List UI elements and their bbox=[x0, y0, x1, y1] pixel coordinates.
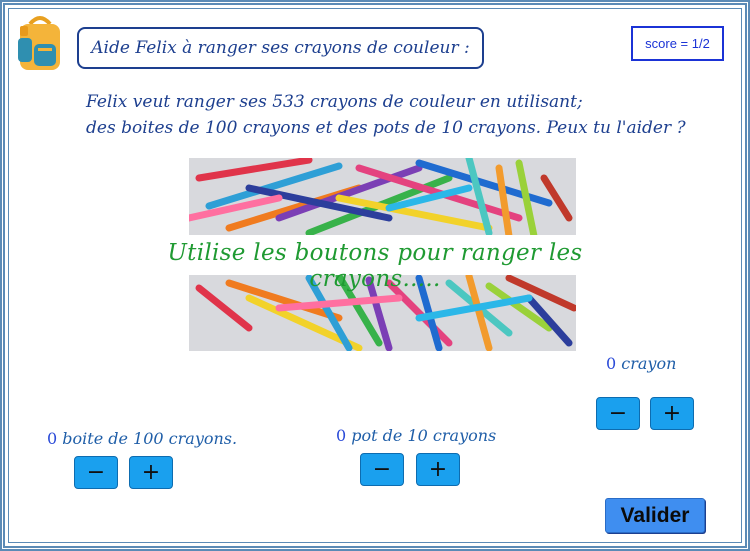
boite-label: boite de 100 crayons. bbox=[62, 429, 238, 448]
boite-counter: 0 boite de 100 crayons. bbox=[47, 429, 237, 448]
boite-plus-button[interactable]: + bbox=[129, 456, 173, 489]
problem-line-2: des boites de 100 crayons et des pots de… bbox=[86, 118, 686, 138]
score-badge: score = 1/2 bbox=[631, 26, 724, 61]
crayon-minus-button[interactable]: − bbox=[596, 397, 640, 430]
pot-minus-button[interactable]: − bbox=[360, 453, 404, 486]
crayon-count: 0 bbox=[606, 354, 617, 373]
instruction-text: Utilise les boutons pour ranger les cray… bbox=[167, 240, 583, 292]
pot-count: 0 bbox=[336, 426, 347, 445]
problem-statement: Felix veut ranger ses 533 crayons de cou… bbox=[86, 89, 706, 141]
pot-plus-button[interactable]: + bbox=[416, 453, 460, 486]
boite-minus-button[interactable]: − bbox=[74, 456, 118, 489]
page-title-text: Aide Felix à ranger ses crayons de coule… bbox=[91, 38, 470, 58]
validate-button[interactable]: Valider bbox=[605, 498, 705, 533]
boite-count: 0 bbox=[47, 429, 58, 448]
score-text: score = 1/2 bbox=[645, 36, 710, 51]
pot-counter: 0 pot de 10 crayons bbox=[336, 426, 496, 445]
backpack-icon bbox=[18, 16, 60, 70]
page-title: Aide Felix à ranger ses crayons de coule… bbox=[77, 27, 484, 69]
crayon-plus-button[interactable]: + bbox=[650, 397, 694, 430]
pot-label: pot de 10 crayons bbox=[351, 426, 497, 445]
crayon-label: crayon bbox=[621, 354, 677, 373]
crayon-counter: 0 crayon bbox=[606, 354, 676, 373]
problem-line-1: Felix veut ranger ses 533 crayons de cou… bbox=[86, 92, 583, 112]
